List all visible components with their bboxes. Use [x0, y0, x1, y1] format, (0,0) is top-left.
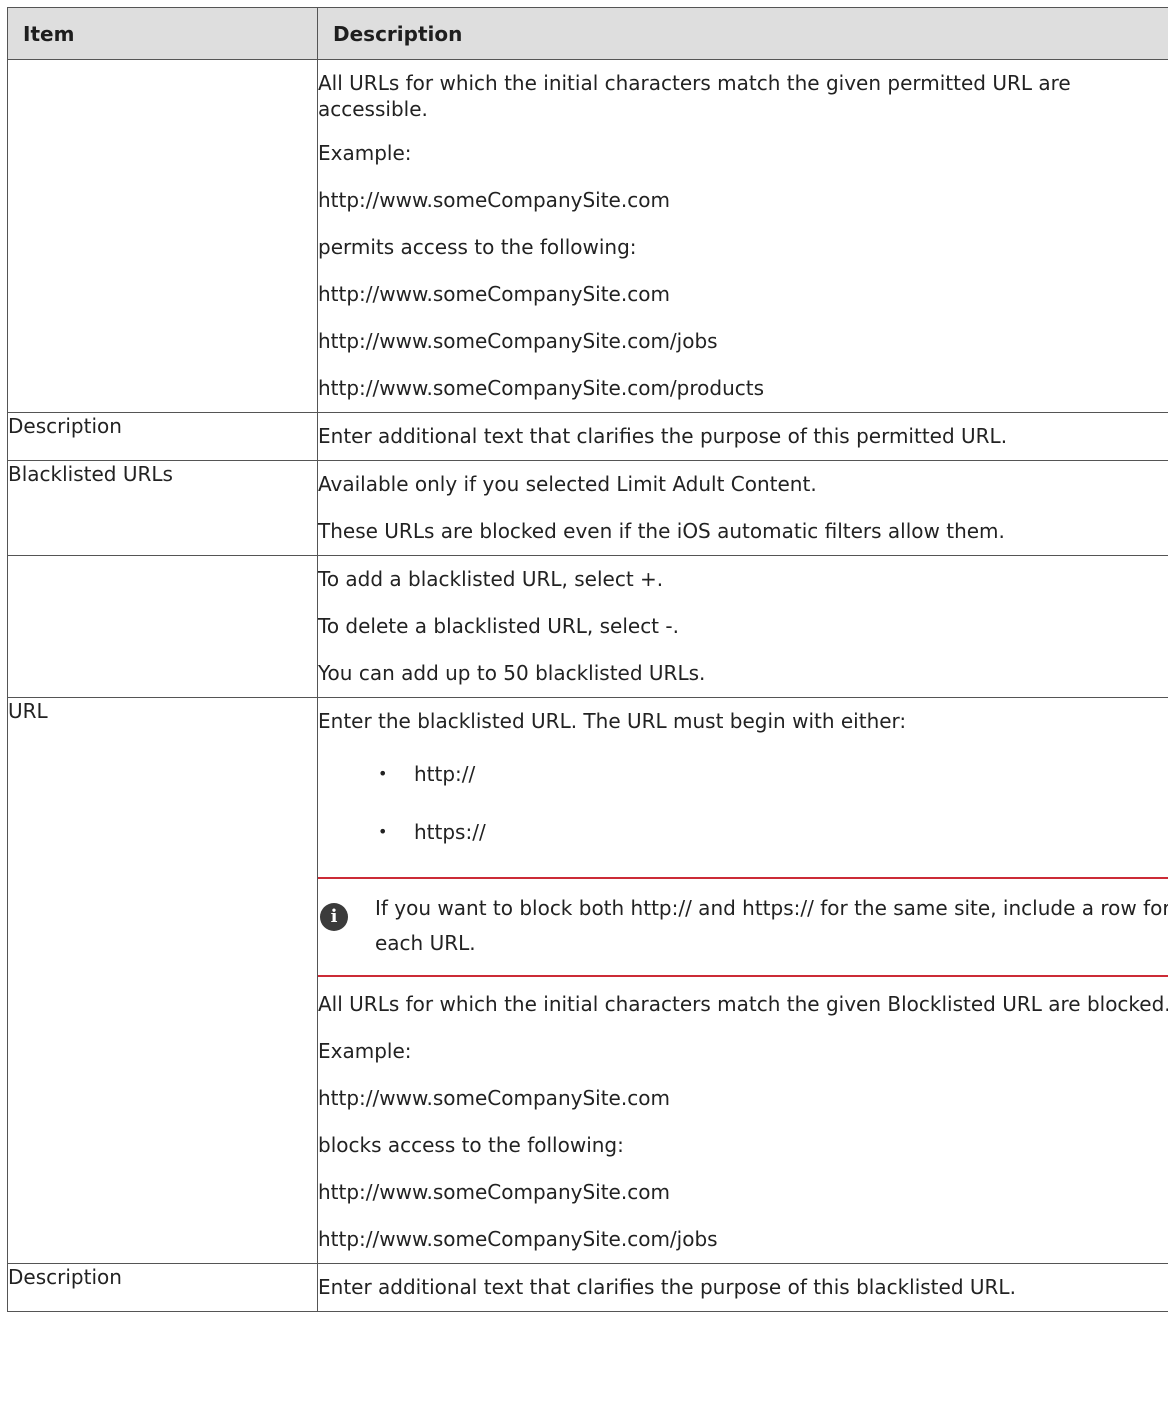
description-line: http://www.someCompanySite.com — [318, 188, 670, 212]
row-item: Blacklisted URLs — [7, 460, 318, 556]
row-description: To add a blacklisted URL, select +. To d… — [317, 555, 1168, 698]
table-row: URL Enter the blacklisted URL. The URL m… — [7, 697, 1168, 1264]
list-item: • http:// — [318, 745, 1168, 803]
list-item-label: http:// — [414, 762, 476, 786]
description-line: Example: — [318, 141, 412, 165]
row-item — [7, 59, 318, 413]
description-line: http://www.someCompanySite.com/products — [318, 376, 765, 400]
description-line: http://www.someCompanySite.com — [318, 1180, 670, 1204]
url-prefix-list: • http:// • https:// — [318, 745, 1168, 861]
description-line: http://www.someCompanySite.com — [318, 1086, 670, 1110]
description-line: Available only if you selected Limit Adu… — [318, 472, 817, 496]
description-line: Enter additional text that clarifies the… — [318, 424, 1008, 448]
header-item: Item — [7, 7, 318, 60]
list-item-label: https:// — [414, 820, 486, 844]
bullet-icon: • — [378, 822, 388, 841]
description-line: http://www.someCompanySite.com — [318, 282, 670, 306]
list-item: • https:// — [318, 803, 1168, 861]
info-note: i If you want to block both http:// and … — [318, 877, 1168, 977]
row-item: Description — [7, 412, 318, 461]
description-line: To add a blacklisted URL, select +. — [318, 567, 664, 591]
parameters-table: Item Description All URLs for which the … — [7, 7, 1168, 1312]
description-line: permits access to the following: — [318, 235, 637, 259]
row-item: URL — [7, 697, 318, 1264]
row-item — [7, 555, 318, 698]
bullet-icon: • — [378, 764, 388, 783]
description-line: http://www.someCompanySite.com/jobs — [318, 329, 718, 353]
description-line: http://www.someCompanySite.com/jobs — [318, 1227, 718, 1251]
description-line: To delete a blacklisted URL, select -. — [318, 614, 679, 638]
description-line: All URLs for which the initial character… — [318, 71, 1071, 121]
table-row: Blacklisted URLs Available only if you s… — [7, 460, 1168, 556]
row-description: Enter additional text that clarifies the… — [317, 1263, 1168, 1312]
description-line: Enter additional text that clarifies the… — [318, 1275, 1016, 1299]
info-icon: i — [320, 903, 348, 931]
description-line: You can add up to 50 blacklisted URLs. — [318, 661, 706, 685]
description-line: Example: — [318, 1039, 412, 1063]
table-header-row: Item Description — [7, 7, 1168, 60]
row-description: Enter the blacklisted URL. The URL must … — [317, 697, 1168, 1264]
description-line: blocks access to the following: — [318, 1133, 624, 1157]
table-row: Description Enter additional text that c… — [7, 412, 1168, 461]
description-line: These URLs are blocked even if the iOS a… — [318, 519, 1005, 543]
row-description: All URLs for which the initial character… — [317, 59, 1168, 413]
table-row: All URLs for which the initial character… — [7, 59, 1168, 413]
note-text: If you want to block both http:// and ht… — [375, 896, 1168, 955]
row-item: Description — [7, 1263, 318, 1312]
row-description: Enter additional text that clarifies the… — [317, 412, 1168, 461]
description-line: Enter the blacklisted URL. The URL must … — [318, 709, 907, 733]
row-description: Available only if you selected Limit Adu… — [317, 460, 1168, 556]
header-description: Description — [317, 7, 1168, 60]
description-line: All URLs for which the initial character… — [318, 992, 1168, 1016]
table-row: To add a blacklisted URL, select +. To d… — [7, 555, 1168, 698]
table-row: Description Enter additional text that c… — [7, 1263, 1168, 1312]
